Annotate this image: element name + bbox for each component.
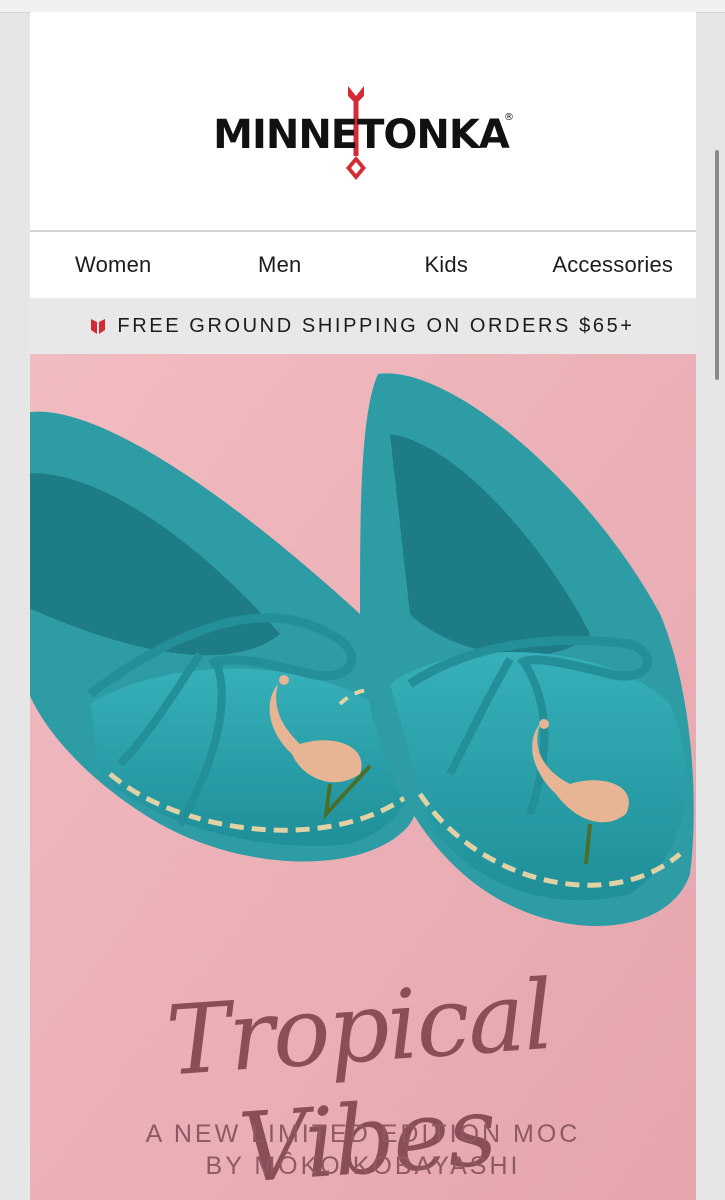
hero-subtitle-line-2: BY MÔKO KOBAYASHI — [205, 1152, 521, 1180]
promo-banner[interactable]: FREE GROUND SHIPPING ON ORDERS $65+ — [30, 298, 696, 354]
nav-item-men[interactable]: Men — [197, 232, 364, 300]
hero-banner[interactable]: Tropical Vibes A NEW LIMITED EDITION MOC… — [30, 354, 696, 1200]
email-header: MINNETONKA ® — [30, 12, 696, 230]
main-nav: Women Men Kids Accessories — [30, 230, 696, 300]
fringe-logo-icon — [91, 319, 106, 334]
email-container: MINNETONKA ® Women Men Kids Accessories … — [30, 12, 696, 1200]
scrollbar[interactable] — [715, 150, 719, 380]
nav-item-women[interactable]: Women — [30, 232, 197, 300]
nav-item-accessories[interactable]: Accessories — [530, 232, 697, 300]
hero-subtitle-line-1: A NEW LIMITED EDITION MOC — [145, 1120, 581, 1148]
logo-registered-mark: ® — [504, 112, 514, 123]
nav-item-kids[interactable]: Kids — [363, 232, 530, 300]
promo-text: FREE GROUND SHIPPING ON ORDERS $65+ — [117, 314, 635, 337]
minnetonka-logo[interactable]: MINNETONKA ® — [30, 82, 696, 202]
logo-wordmark: MINNETONKA — [213, 112, 510, 158]
